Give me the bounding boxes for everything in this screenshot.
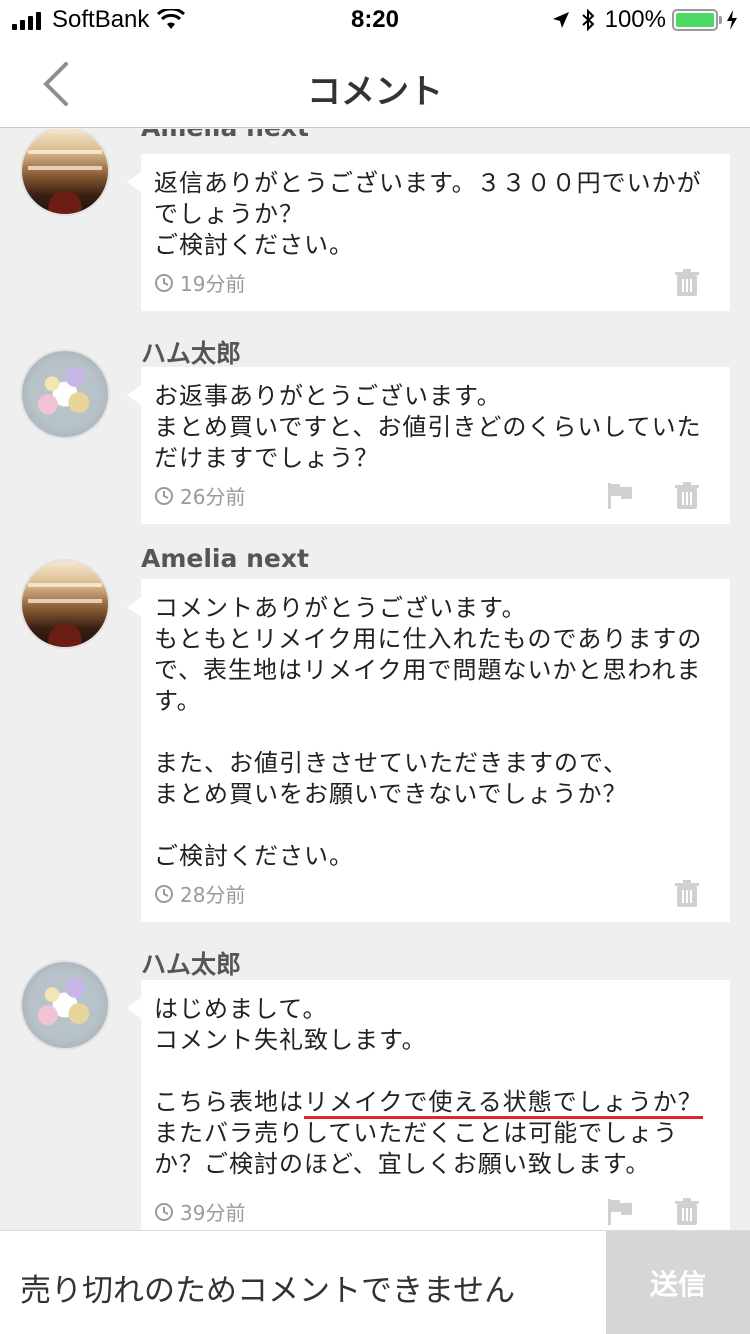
comment-item: Amelia next コメントありがとうございます。 もともとリメイク用に仕入… [0,539,750,939]
bluetooth-icon [581,9,595,31]
comment-time: 19分前 [180,272,246,296]
battery-icon [672,9,722,31]
comment-text: お返事ありがとうございます。 まとめ買いですと、お値引きどのくらいしていただけま… [154,382,702,472]
comment-text: 返信ありがとうございます。３３００円でいかがでしょうか？ ご検討ください。 [154,169,702,259]
send-button[interactable]: 送信 [606,1231,750,1334]
comment-text: コメントありがとうございます。 もともとリメイク用に仕入れたものでありますので、… [154,594,703,870]
avatar[interactable] [20,960,110,1050]
avatar[interactable] [20,129,110,216]
comment-bubble: お返事ありがとうございます。 まとめ買いですと、お値引きどのくらいしていただけま… [127,367,730,524]
comment-input-bar: 売り切れのためコメントできません 送信 [0,1230,750,1334]
comment-item: ハム太郎 はじめまして。 コメント失礼致します。 こちら表地はリメイクで使える状… [0,940,750,1230]
comment-text: はじめまして。 コメント失礼致します。 こちら表地はリメイクで使える状態でしょう… [154,994,719,1180]
comment-bubble: 返信ありがとうございます。３３００円でいかがでしょうか？ ご検討ください。 19… [127,154,730,311]
avatar[interactable] [20,349,110,439]
clock-icon [155,1202,173,1221]
comment-text-rest: またバラ売りしていただくことは可能でしょうか？ご検討のほど、宜しくお願い致します… [154,1119,679,1178]
page-title: コメント [307,72,443,112]
comment-author: ハム太郎 [141,950,242,979]
comment-bubble: コメントありがとうございます。 もともとリメイク用に仕入れたものでありますので、… [127,579,730,922]
clock-icon [155,884,173,903]
comment-author: ハム太郎 [141,339,242,368]
status-bar: SoftBank 8:20 100% [0,0,750,40]
flag-icon[interactable] [606,1198,634,1226]
avatar[interactable] [20,559,110,649]
battery-percent: 100% [604,6,666,33]
comment-list[interactable]: Amelia next 返信ありがとうございます。３３００円でいかがでしょうか？… [0,129,750,1230]
trash-icon[interactable] [674,1198,700,1226]
clock-icon [155,486,173,505]
comment-time: 39分前 [180,1201,246,1225]
comment-time: 26分前 [180,485,246,509]
trash-icon[interactable] [674,880,700,908]
comment-time: 28分前 [180,883,246,907]
charging-bolt-icon [727,10,737,30]
clock-icon [155,273,173,292]
underlined-question: リメイクで使える状態でしょうか？ [304,1088,703,1119]
trash-icon[interactable] [674,269,700,297]
trash-icon[interactable] [674,482,700,510]
comment-item: ハム太郎 お返事ありがとうございます。 まとめ買いですと、お値引きどのくらいして… [0,329,750,539]
flag-icon[interactable] [606,482,634,510]
comment-item: Amelia next 返信ありがとうございます。３３００円でいかがでしょうか？… [0,129,750,319]
navigation-bar: コメント [0,40,750,128]
comment-bubble: はじめまして。 コメント失礼致します。 こちら表地はリメイクで使える状態でしょう… [127,980,730,1230]
location-arrow-icon [552,12,569,28]
comment-author: Amelia next [141,129,309,142]
comment-author: Amelia next [141,544,309,573]
comments-closed-message: 売り切れのためコメントできません [20,1273,516,1309]
